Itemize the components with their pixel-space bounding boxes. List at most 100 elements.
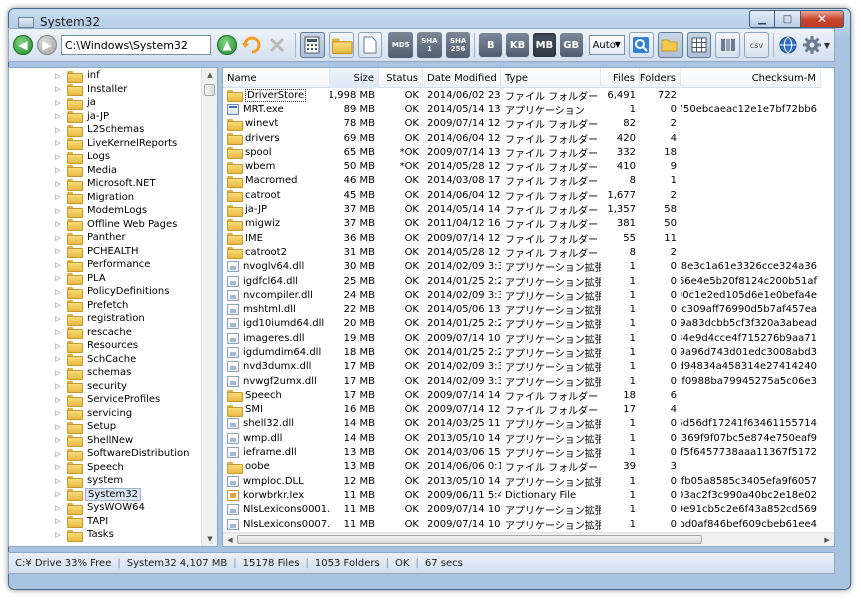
expand-arrow-icon[interactable]: ▷	[53, 207, 63, 215]
file-row[interactable]: spool 65 MB *OK 2009/07/14 13:53 ファイル フォルダー 3…	[223, 145, 821, 159]
expand-arrow-icon[interactable]: ▷	[53, 85, 63, 93]
auto-unit-select[interactable]: Auto ▼	[588, 35, 625, 55]
tree-item[interactable]: ▷ ja-JP	[9, 110, 203, 124]
expand-arrow-icon[interactable]: ▷	[53, 531, 63, 539]
expand-arrow-icon[interactable]: ▷	[53, 126, 63, 134]
calculator-button[interactable]	[299, 32, 325, 58]
expand-arrow-icon[interactable]: ▷	[53, 328, 63, 336]
column-header-folders[interactable]: Folders	[640, 68, 681, 88]
grid-view-button[interactable]	[686, 32, 712, 58]
expand-arrow-icon[interactable]: ▷	[53, 517, 63, 525]
file-row[interactable]: catroot2 31 MB OK 2014/05/28 12:15 ファイル フォルダ…	[223, 245, 821, 260]
up-folder-button[interactable]: ▲	[217, 33, 237, 57]
expand-arrow-icon[interactable]: ▷	[53, 342, 63, 350]
expand-arrow-icon[interactable]: ▷	[53, 234, 63, 242]
file-row[interactable]: mshtml.dll 22 MB OK 2014/05/06 13:40 アプリケーショ…	[223, 302, 821, 317]
minimize-button[interactable]: ▁	[749, 10, 775, 28]
expand-arrow-icon[interactable]: ▷	[53, 315, 63, 323]
unit-gb-button[interactable]: GB	[559, 33, 583, 57]
unit-kb-button[interactable]: KB	[506, 33, 529, 57]
expand-arrow-icon[interactable]: ▷	[53, 382, 63, 390]
tree-scroll-thumb[interactable]	[204, 84, 215, 96]
back-button[interactable]: ◀	[13, 33, 33, 57]
tree-item[interactable]: ▷ LiveKernelReports	[9, 137, 203, 151]
tree-item[interactable]: ▷ Migration	[9, 191, 203, 205]
tree-vertical-scrollbar[interactable]: ▲ ▼	[201, 68, 217, 546]
tree-item[interactable]: ▷ ShellNew	[9, 434, 203, 448]
unit-b-button[interactable]: B	[479, 33, 503, 57]
tree-item[interactable]: ▷ security	[9, 380, 203, 394]
expand-arrow-icon[interactable]: ▷	[53, 193, 63, 201]
sha256-button[interactable]: SHA 256	[445, 32, 471, 58]
folder-view-button[interactable]	[657, 32, 683, 58]
file-filter-button[interactable]	[357, 32, 383, 58]
tree-item[interactable]: ▷ Tasks	[9, 528, 203, 542]
tree-item[interactable]: ▷ L2Schemas	[9, 123, 203, 137]
stop-button[interactable]	[267, 33, 287, 57]
expand-arrow-icon[interactable]: ▷	[53, 409, 63, 417]
expand-arrow-icon[interactable]: ▷	[53, 369, 63, 377]
column-header-files[interactable]: Files	[601, 68, 640, 88]
file-row[interactable]: oobe 13 MB OK 2014/06/06 0:19 ファイル フォルダー 39 3	[223, 460, 821, 474]
tree-item[interactable]: ▷ servicing	[9, 407, 203, 421]
path-input[interactable]	[61, 35, 211, 55]
tree-item[interactable]: ▷ registration	[9, 312, 203, 326]
unit-mb-button[interactable]: MB	[533, 33, 556, 57]
expand-arrow-icon[interactable]: ▷	[53, 112, 63, 120]
file-row[interactable]: nvwgf2umx.dll 17 MB OK 2014/02/09 3:34 アプリケー…	[223, 374, 821, 388]
close-button[interactable]: ✕	[801, 10, 844, 28]
file-row[interactable]: SMI 16 MB OK 2009/07/14 12:20 ファイル フォルダー 17 4	[223, 403, 821, 417]
expand-arrow-icon[interactable]: ▷	[53, 288, 63, 296]
list-horizontal-scrollbar[interactable]: ◀ ▶	[223, 532, 834, 546]
expand-arrow-icon[interactable]: ▷	[53, 504, 63, 512]
file-row[interactable]: catroot 45 MB OK 2014/06/04 12:21 ファイル フォルダー…	[223, 188, 821, 202]
file-row[interactable]: ieframe.dll 13 MB OK 2014/03/06 15:53 アプリケーシ…	[223, 445, 821, 460]
expand-arrow-icon[interactable]: ▷	[53, 247, 63, 255]
tree-item[interactable]: ▷ Microsoft.NET	[9, 177, 203, 191]
tree-item[interactable]: ▷ System32	[9, 487, 203, 502]
web-button[interactable]	[778, 33, 798, 57]
column-header-name[interactable]: Name	[223, 68, 330, 88]
md5-button[interactable]: MD5	[388, 32, 414, 58]
scroll-left-icon[interactable]: ◀	[223, 533, 237, 546]
scroll-right-icon[interactable]: ▶	[820, 533, 834, 546]
file-row[interactable]: IME 36 MB OK 2009/07/14 12:20 ファイル フォルダー 55 11	[223, 231, 821, 245]
file-row[interactable]: Speech 17 MB OK 2009/07/14 14:32 ファイル フォルダー 1…	[223, 388, 821, 403]
file-row[interactable]: igdumdim64.dll 18 MB OK 2014/01/25 2:22 アプリケ…	[223, 345, 821, 360]
file-row[interactable]: NlsLexicons0001.dll 11 MB OK 2009/07/14 10:…	[223, 503, 821, 517]
tree-item[interactable]: ▷ Installer	[9, 83, 203, 97]
column-header-type[interactable]: Type	[501, 68, 601, 88]
refresh-button[interactable]	[241, 33, 263, 57]
tree-item[interactable]: ▷ Resources	[9, 339, 203, 353]
file-row[interactable]: Macromed 46 MB OK 2014/03/08 17:19 ファイル フォルダ…	[223, 174, 821, 188]
tree-item[interactable]: ▷ rescache	[9, 326, 203, 340]
maximize-button[interactable]: □	[775, 10, 801, 28]
file-row[interactable]: drivers 69 MB OK 2014/06/04 12:21 ファイル フォルダー…	[223, 131, 821, 145]
tree-item[interactable]: ▷ PCHEALTH	[9, 245, 203, 259]
tree-item[interactable]: ▷ TAPI	[9, 515, 203, 529]
file-row[interactable]: igdfcl64.dll 25 MB OK 2014/01/25 2:22 アプリケーシ…	[223, 274, 821, 288]
file-row[interactable]: MRT.exe 89 MB OK 2014/05/14 13:07 アプリケーション 1 0…	[223, 102, 821, 117]
file-row[interactable]: imageres.dll 19 MB OK 2009/07/14 10:28 アプリケー…	[223, 331, 821, 345]
file-row[interactable]: wmploc.DLL 12 MB OK 2013/05/10 14:56 アプリケーショ…	[223, 474, 821, 488]
list-scroll-thumb[interactable]	[237, 535, 702, 544]
tree-item[interactable]: ▷ Panther	[9, 231, 203, 245]
expand-arrow-icon[interactable]: ▷	[53, 72, 63, 80]
tree-item[interactable]: ▷ PLA	[9, 272, 203, 286]
expand-arrow-icon[interactable]: ▷	[53, 490, 63, 498]
expand-arrow-icon[interactable]: ▷	[53, 99, 63, 107]
sha1-button[interactable]: SHA 1	[417, 32, 442, 58]
settings-button[interactable]: ▼	[802, 33, 830, 57]
expand-arrow-icon[interactable]: ▷	[53, 301, 63, 309]
tree-item[interactable]: ▷ Prefetch	[9, 299, 203, 313]
tree-item[interactable]: ▷ ModemLogs	[9, 204, 203, 218]
expand-arrow-icon[interactable]: ▷	[53, 450, 63, 458]
expand-arrow-icon[interactable]: ▷	[53, 153, 63, 161]
folder-filter-button[interactable]	[328, 32, 354, 58]
file-row[interactable]: igd10iumd64.dll 20 MB OK 2014/01/25 2:22 アプリ…	[223, 317, 821, 331]
file-row[interactable]: nvcompiler.dll 24 MB OK 2014/02/09 3:34 アプリケ…	[223, 288, 821, 302]
column-header-size[interactable]: Size	[330, 68, 379, 88]
columns-button[interactable]	[715, 32, 741, 58]
search-button[interactable]	[628, 32, 654, 58]
tree-item[interactable]: ▷ Media	[9, 164, 203, 178]
